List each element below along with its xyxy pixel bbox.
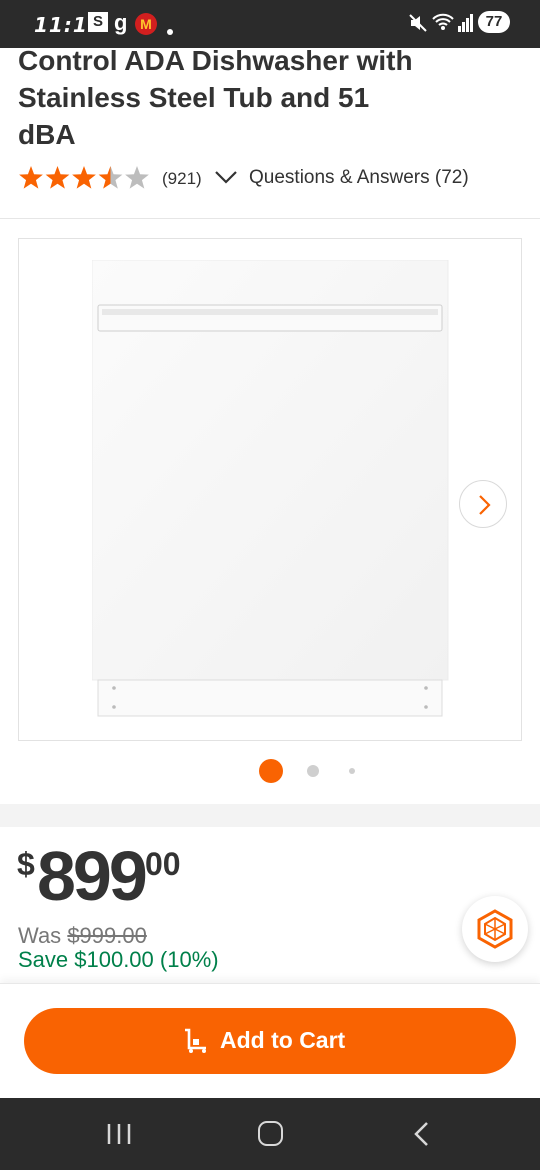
title-line: dBA (18, 119, 76, 150)
gallery-dot[interactable] (349, 768, 355, 774)
battery-icon: 77 (478, 11, 510, 33)
gallery-next-button[interactable] (459, 480, 507, 528)
mcdonalds-icon: M (135, 13, 157, 35)
was-amount: $999.00 (67, 923, 147, 948)
title-line: Stainless Steel Tub and 51 (18, 82, 370, 113)
cart-panel: Add to Cart (0, 983, 540, 1098)
add-to-cart-button[interactable]: Add to Cart (24, 1008, 516, 1074)
gallery-dot-active[interactable] (259, 759, 283, 783)
chevron-down-icon[interactable] (214, 167, 238, 192)
was-label: Was (18, 923, 62, 948)
review-count[interactable]: (921) (162, 169, 202, 189)
home-icon[interactable] (258, 1121, 283, 1146)
dishwasher-image (92, 260, 449, 717)
was-price: Was $999.00 (18, 923, 147, 949)
price-currency: $ (17, 846, 35, 882)
recents-icon[interactable] (104, 1122, 134, 1146)
title-line: Control ADA Dishwasher with (18, 45, 413, 76)
cart-icon (185, 1028, 206, 1053)
chevron-right-icon (479, 495, 491, 515)
notification-dot-icon (167, 29, 173, 35)
star-icon (45, 166, 70, 189)
rating-row: (921) Questions & Answers (72) (18, 163, 528, 193)
mute-icon (408, 13, 428, 38)
price: $ 899 00 (17, 838, 317, 914)
wifi-icon (432, 12, 454, 37)
gallery-dot[interactable] (307, 765, 319, 777)
system-nav-bar (0, 1098, 540, 1170)
signal-icon (458, 14, 474, 37)
google-g-icon: g (114, 10, 128, 35)
assistant-fab[interactable] (462, 896, 528, 962)
back-icon[interactable] (410, 1121, 434, 1147)
gallery-pagination (0, 759, 540, 783)
status-bar: 11:12 S g M 77 (0, 0, 540, 48)
price-dollars: 899 (37, 837, 148, 915)
divider (0, 218, 540, 219)
add-to-cart-label: Add to Cart (220, 1027, 346, 1053)
star-rating[interactable] (18, 165, 150, 191)
product-title: Control ADA Dishwasher with Stainless St… (18, 42, 488, 153)
star-icon (125, 166, 149, 189)
star-icon (19, 166, 43, 189)
savings-text: Save $100.00 (10%) (18, 947, 219, 972)
star-icon (72, 166, 96, 189)
star-icon (98, 166, 123, 189)
hexagon-assistant-icon (477, 909, 513, 949)
samsung-s-icon: S (88, 12, 108, 32)
section-divider (0, 804, 540, 827)
questions-answers-link[interactable]: Questions & Answers (72) (249, 167, 469, 189)
product-image-gallery[interactable] (18, 238, 522, 741)
price-cents: 00 (145, 846, 181, 882)
